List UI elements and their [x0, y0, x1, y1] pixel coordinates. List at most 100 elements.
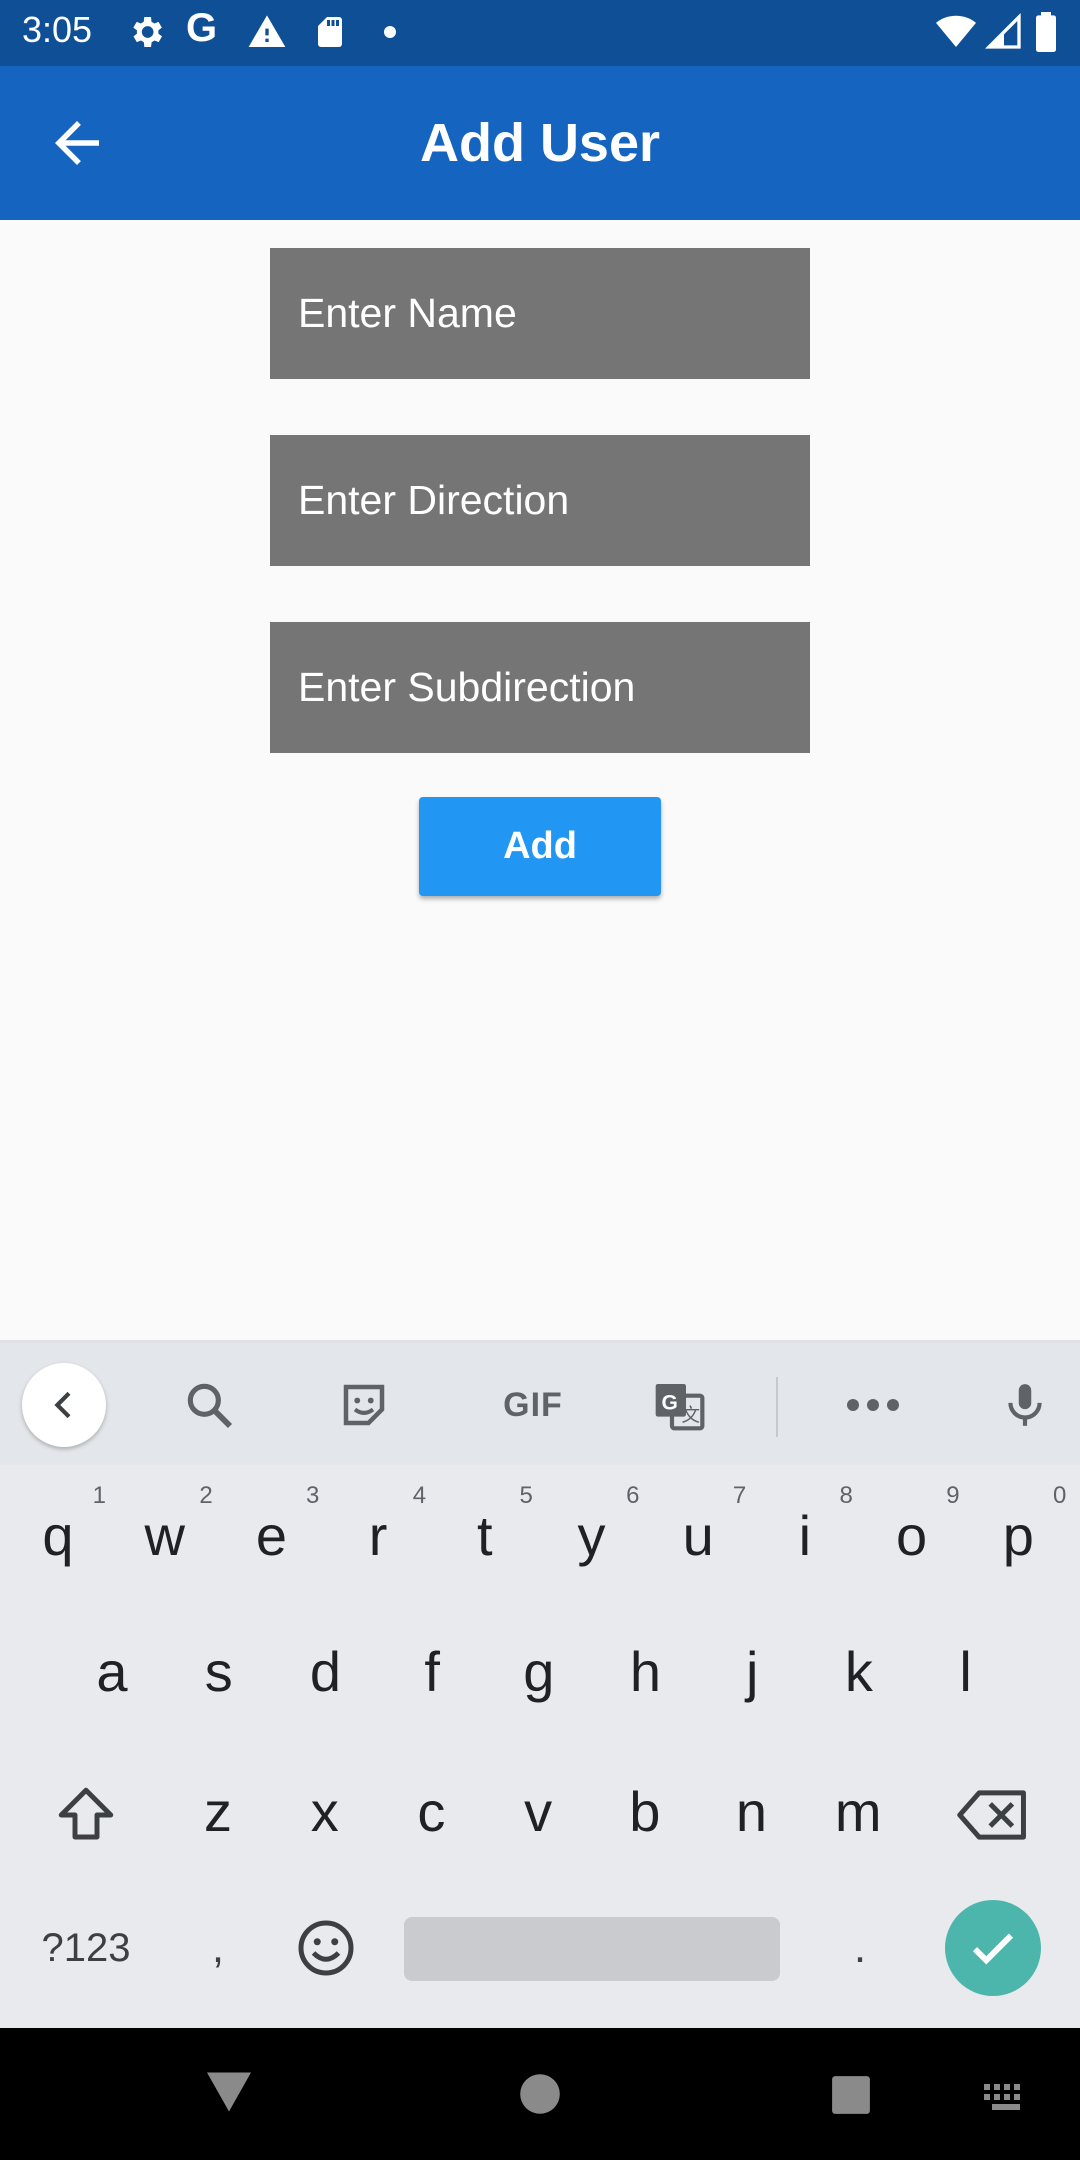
status-time: 3:05 [22, 9, 93, 50]
key-w[interactable]: w2 [115, 1476, 215, 1596]
gif-label: GIF [503, 1385, 563, 1424]
key-h[interactable]: h [596, 1612, 696, 1732]
wifi-icon [934, 12, 978, 57]
key-y[interactable]: y6 [542, 1476, 642, 1596]
emoji-icon[interactable] [286, 1900, 366, 1996]
key-hint: 3 [306, 1482, 320, 1509]
alert-icon [246, 12, 288, 57]
google-icon: G [186, 6, 218, 50]
key-k[interactable]: k [809, 1612, 909, 1732]
translate-icon[interactable]: G文 [644, 1370, 714, 1440]
navigation-bar [0, 2028, 1080, 2160]
key-d[interactable]: d [275, 1612, 375, 1732]
key-label: v [524, 1780, 553, 1843]
key-p[interactable]: p0 [968, 1476, 1068, 1596]
toolbar-divider [776, 1377, 778, 1437]
app-bar: Add User [0, 66, 1080, 220]
dot-icon [384, 26, 396, 38]
key-o[interactable]: o9 [862, 1476, 962, 1596]
key-c[interactable]: c [381, 1752, 481, 1872]
subdirection-input[interactable] [270, 622, 810, 753]
sticker-icon[interactable] [329, 1370, 399, 1440]
key-hint: 5 [519, 1482, 533, 1509]
key-hint: 0 [1052, 1482, 1067, 1509]
signal-icon [984, 12, 1024, 57]
gif-icon[interactable]: GIF [483, 1370, 583, 1440]
key-i[interactable]: i8 [755, 1476, 855, 1596]
shift-key[interactable] [36, 1760, 136, 1870]
enter-key[interactable] [945, 1900, 1041, 1996]
key-j[interactable]: j [702, 1612, 802, 1732]
direction-input[interactable] [270, 435, 810, 566]
key-n[interactable]: n [702, 1752, 802, 1872]
settings-icon [126, 12, 166, 57]
key-label: k [844, 1640, 873, 1703]
key-label: n [735, 1780, 768, 1843]
key-l[interactable]: l [916, 1612, 1016, 1732]
key-label: i [798, 1504, 812, 1567]
comma-key[interactable]: , [178, 1900, 258, 1996]
key-label: r [368, 1504, 388, 1567]
key-hint: 7 [732, 1482, 747, 1509]
key-label: u [682, 1504, 714, 1567]
key-r[interactable]: r4 [328, 1476, 428, 1596]
back-triangle-icon[interactable] [204, 2070, 254, 2119]
period-key[interactable]: . [820, 1900, 900, 1996]
key-a[interactable]: a [62, 1612, 162, 1732]
key-label: j [745, 1640, 759, 1703]
key-label: w [144, 1504, 185, 1567]
key-q[interactable]: q1 [8, 1476, 108, 1596]
key-hint: 8 [839, 1482, 853, 1509]
key-label: c [417, 1780, 446, 1843]
key-s[interactable]: s [169, 1612, 269, 1732]
key-label: f [424, 1640, 440, 1703]
key-hint: 9 [946, 1482, 960, 1509]
recents-square-icon[interactable] [830, 2074, 872, 2121]
key-hint: 6 [626, 1482, 640, 1509]
name-input[interactable] [270, 248, 810, 379]
key-label: z [204, 1780, 232, 1843]
key-b[interactable]: b [595, 1752, 695, 1872]
svg-text:G: G [662, 1392, 678, 1415]
key-m[interactable]: m [808, 1752, 908, 1872]
key-label: h [629, 1640, 662, 1703]
key-label: p [1002, 1504, 1034, 1567]
key-hint: 2 [199, 1482, 213, 1509]
key-x[interactable]: x [275, 1752, 375, 1872]
key-label: s [204, 1640, 233, 1703]
key-f[interactable]: f [382, 1612, 482, 1732]
key-label: d [309, 1640, 341, 1703]
key-label: m [834, 1780, 882, 1843]
search-icon[interactable] [174, 1370, 244, 1440]
key-label: o [896, 1504, 928, 1567]
key-e[interactable]: e3 [221, 1476, 321, 1596]
key-label: a [96, 1640, 128, 1703]
key-label: q [42, 1504, 74, 1567]
key-label: y [577, 1504, 606, 1567]
backspace-key[interactable] [943, 1760, 1043, 1870]
key-z[interactable]: z [168, 1752, 268, 1872]
more-icon[interactable] [838, 1370, 908, 1440]
key-label: l [959, 1640, 972, 1703]
keyboard-toolbar: GIF G文 [0, 1343, 1080, 1465]
space-bar[interactable] [404, 1917, 780, 1981]
symbols-key[interactable]: ?123 [28, 1900, 144, 1996]
key-hint: 1 [92, 1482, 106, 1509]
mic-icon[interactable] [990, 1370, 1060, 1440]
chevron-left-icon[interactable] [22, 1363, 106, 1447]
key-label: b [629, 1780, 661, 1843]
key-label: g [523, 1640, 555, 1703]
add-button[interactable]: Add [419, 797, 661, 896]
key-u[interactable]: u7 [648, 1476, 748, 1596]
keyboard-icon[interactable] [984, 2084, 1028, 2117]
key-g[interactable]: g [489, 1612, 589, 1732]
key-label: t [477, 1504, 493, 1567]
key-v[interactable]: v [488, 1752, 588, 1872]
svg-text:文: 文 [681, 1404, 700, 1425]
key-label: x [310, 1780, 339, 1843]
key-hint: 4 [412, 1482, 427, 1509]
page-title: Add User [419, 113, 661, 173]
key-t[interactable]: t5 [435, 1476, 535, 1596]
key-label: e [255, 1504, 287, 1567]
home-circle-icon[interactable] [518, 2072, 562, 2121]
